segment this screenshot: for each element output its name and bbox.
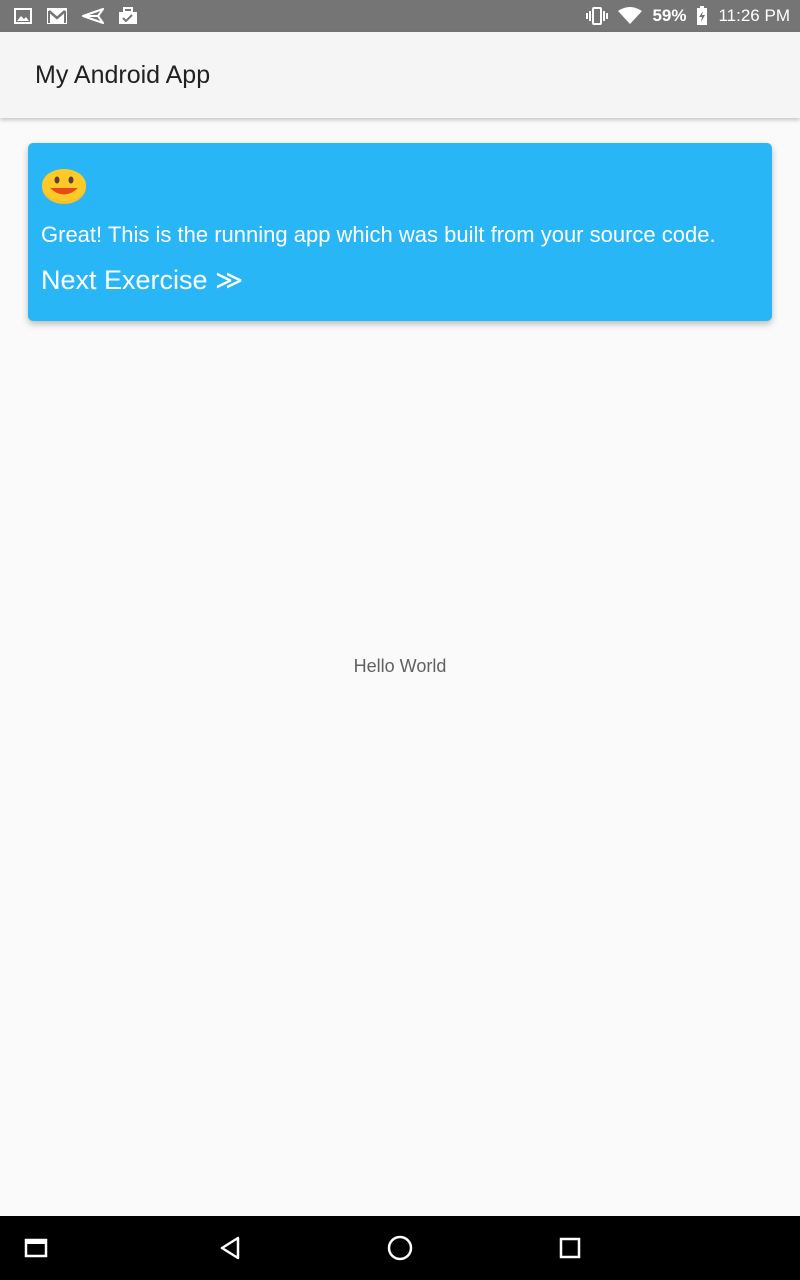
gallery-icon (14, 8, 32, 24)
smiling-face-icon (41, 165, 759, 205)
navigation-bar (0, 1216, 800, 1280)
menu-icon[interactable] (14, 1216, 58, 1280)
battery-icon (696, 6, 708, 26)
hint-message: Great! This is the running app which was… (41, 222, 716, 247)
hint-card: Great! This is the running app which was… (28, 143, 772, 321)
home-icon[interactable] (375, 1216, 425, 1280)
battery-percent: 59% (652, 6, 687, 25)
vibrate-icon (586, 7, 609, 25)
briefcase-icon (118, 7, 138, 25)
notification-icons (14, 7, 152, 25)
gmail-icon (46, 7, 68, 25)
hello-world-text: Hello World (353, 656, 447, 676)
app-bar: My Android App (0, 32, 800, 118)
clock: 11:26 PM (718, 6, 790, 25)
system-icons: 59% 11:26 PM (576, 6, 790, 26)
status-bar: 59% 11:26 PM (0, 0, 800, 32)
next-exercise-link[interactable]: Next Exercise ≫ (41, 265, 243, 296)
app-title: My Android App (35, 60, 211, 89)
send-icon (82, 8, 104, 24)
back-icon[interactable] (206, 1216, 256, 1280)
recents-icon[interactable] (545, 1216, 595, 1280)
wifi-icon (618, 7, 643, 25)
